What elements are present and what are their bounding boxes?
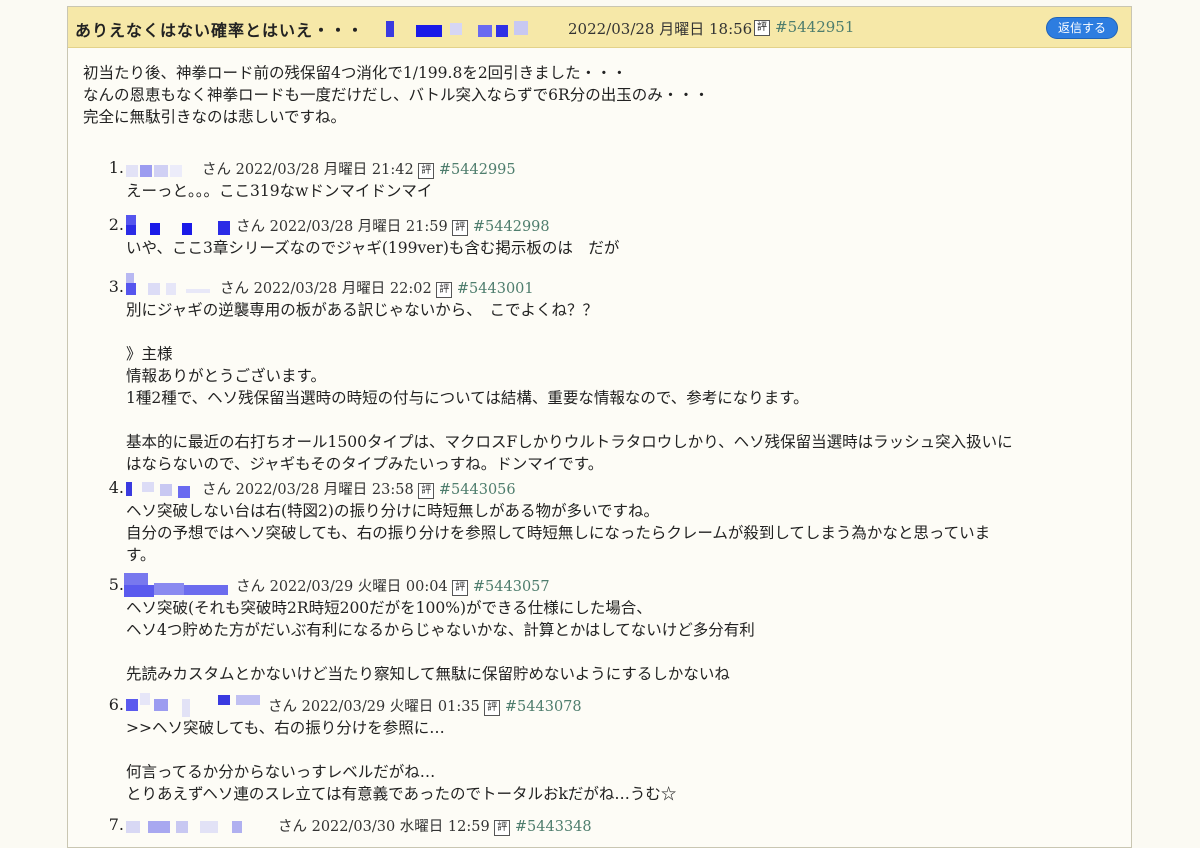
reply-meta: さん 2022/03/29 火曜日 00:04 評 #5443057	[236, 579, 550, 596]
reply-number: 2.	[108, 215, 124, 234]
reply-meta: さん 2022/03/30 水曜日 12:59 評 #5443348	[278, 819, 592, 836]
reply-date: 2022/03/30 水曜日 12:59	[311, 819, 490, 835]
reply-text: 別にジャギの逆襲専用の板がある訳じゃないから、 こでよくね？？ 》主様 情報あり…	[126, 301, 1013, 473]
reply-author-mosaic	[126, 215, 236, 235]
rating-icon[interactable]: 評	[452, 580, 469, 596]
thread-title: ありえなくはない確率とはいえ・・・	[75, 21, 365, 40]
reply-button[interactable]: 返信する	[1046, 17, 1118, 39]
reply-author-mosaic	[126, 480, 206, 498]
reply-meta: さん 2022/03/28 月曜日 23:58 評 #5443056	[202, 482, 516, 499]
reply-author-mosaic	[124, 573, 234, 597]
reply-date: 2022/03/28 月曜日 21:59	[269, 219, 448, 235]
reply-author-mosaic	[126, 161, 196, 177]
rating-icon[interactable]: 評	[494, 820, 511, 836]
reply-date: 2022/03/28 月曜日 23:58	[235, 482, 414, 498]
thread-date: 2022/03/28 月曜日 18:56	[568, 20, 753, 38]
author-name-mosaic	[386, 19, 536, 37]
reply-id-link[interactable]: #5443348	[515, 819, 592, 835]
reply-number: 7.	[108, 815, 124, 834]
reply-number: 6.	[108, 695, 124, 714]
thread-header: ありえなくはない確率とはいえ・・・ 2022/03/28 月曜日 18:56 評…	[68, 7, 1131, 48]
reply-text: ヘソ突破しない台は右(特図2)の振り分けに時短無しがある物が多いですね。 自分の…	[126, 502, 991, 564]
reply-id-link[interactable]: #5443056	[439, 482, 516, 498]
reply-id-link[interactable]: #5443078	[505, 699, 582, 715]
reply-text: いや、ここ3章シリーズなのでジャギ(199ver)も含む掲示板のは だが	[126, 239, 620, 257]
rating-icon[interactable]: 評	[754, 20, 770, 36]
reply-date: 2022/03/29 火曜日 01:35	[301, 699, 480, 715]
reply-id-link[interactable]: #5443001	[457, 281, 534, 297]
reply-meta: さん 2022/03/29 火曜日 01:35 評 #5443078	[268, 699, 582, 716]
reply-number: 5.	[108, 575, 124, 594]
thread-id-link[interactable]: #5442951	[775, 18, 854, 36]
reply-number: 3.	[108, 277, 124, 296]
reply-meta: さん 2022/03/28 月曜日 21:59 評 #5442998	[236, 219, 550, 236]
reply-date: 2022/03/29 火曜日 00:04	[269, 579, 448, 595]
rating-icon[interactable]: 評	[436, 282, 453, 298]
reply-date: 2022/03/28 月曜日 22:02	[253, 281, 432, 297]
reply-author-mosaic	[126, 693, 266, 717]
reply-date: 2022/03/28 月曜日 21:42	[235, 162, 414, 178]
reply-author-mosaic	[126, 817, 266, 835]
reply-text: ヘソ突破(それも突破時2R時短200だがを100%)ができる仕様にした場合、 ヘ…	[126, 599, 755, 683]
thread-panel: ありえなくはない確率とはいえ・・・ 2022/03/28 月曜日 18:56 評…	[67, 6, 1132, 848]
reply-meta: さん 2022/03/28 月曜日 22:02 評 #5443001	[220, 281, 534, 298]
rating-icon[interactable]: 評	[418, 483, 435, 499]
rating-icon[interactable]: 評	[484, 700, 501, 716]
reply-text: えーっと。。。ここ319なwドンマイドンマイ	[126, 182, 433, 200]
rating-icon[interactable]: 評	[418, 163, 435, 179]
reply-number: 1.	[108, 158, 124, 177]
rating-icon[interactable]: 評	[452, 220, 469, 236]
thread-body: 初当たり後、神拳ロード前の残保留4つ消化で1/199.8を2回引きました・・・ …	[83, 64, 710, 126]
reply-id-link[interactable]: #5443057	[473, 579, 550, 595]
reply-id-link[interactable]: #5442995	[439, 162, 516, 178]
reply-id-link[interactable]: #5442998	[473, 219, 550, 235]
reply-number: 4.	[108, 478, 124, 497]
reply-text: >>ヘソ突破しても、右の振り分けを参照に… 何言ってるか分からないっすレベルだが…	[126, 719, 677, 803]
reply-meta: さん 2022/03/28 月曜日 21:42 評 #5442995	[202, 162, 516, 179]
reply-author-mosaic	[126, 273, 216, 295]
